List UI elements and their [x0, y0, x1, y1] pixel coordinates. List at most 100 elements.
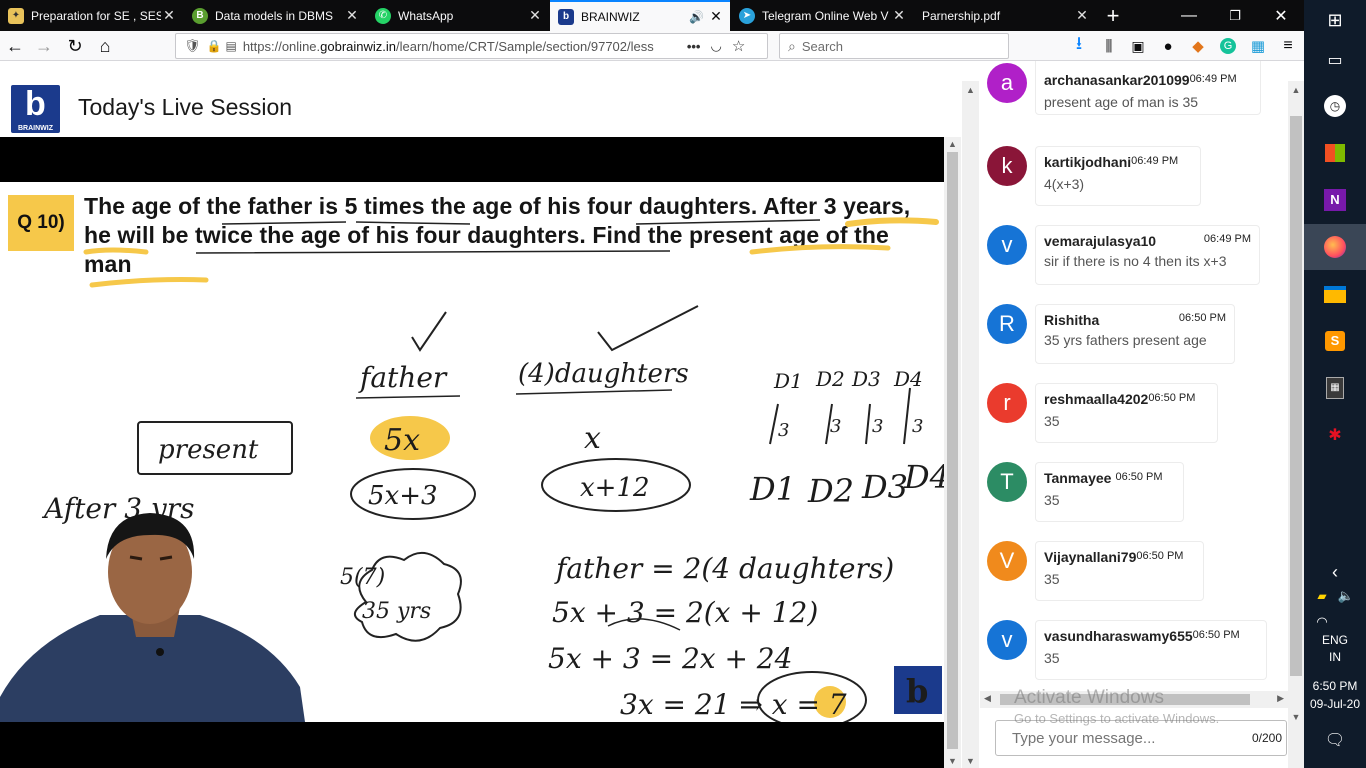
d2-label: D2 [815, 367, 845, 391]
scrollbar-thumb[interactable] [1000, 694, 1250, 705]
page-info-icon[interactable]: ▤ [225, 39, 236, 53]
underline-stroke [195, 219, 821, 254]
scroll-up-icon[interactable]: ▲ [944, 139, 961, 149]
account-icon[interactable]: ● [1156, 34, 1180, 58]
minimize-button[interactable]: — [1166, 0, 1212, 31]
onenote-icon[interactable]: N [1323, 188, 1347, 212]
tab-preparation[interactable]: ✦ Preparation for SE , SES ✕ [0, 0, 183, 31]
chat-horizontal-scrollbar[interactable]: ◀ ▶ [980, 691, 1288, 708]
d3-big: D3 [861, 468, 908, 506]
reload-icon[interactable]: ↻ [63, 34, 87, 58]
check-mark [597, 305, 699, 352]
firefox-icon[interactable] [1323, 235, 1347, 259]
windows-start-icon[interactable]: ⊞ [1323, 8, 1347, 32]
grammarly-icon[interactable]: G [1216, 34, 1240, 58]
clock-time[interactable]: 6:50 PM [1304, 679, 1366, 693]
sticky-notes-icon[interactable]: ▰ [1314, 584, 1330, 608]
clock-app-icon[interactable]: ◷ [1323, 94, 1347, 118]
close-tab-icon[interactable]: ✕ [708, 8, 724, 25]
highlight-stroke [83, 247, 149, 255]
search-icon: ⌕ [788, 37, 796, 54]
clock-date[interactable]: 09-Jul-20 [1304, 697, 1366, 711]
scrollbar-thumb[interactable] [947, 152, 958, 749]
calculator-icon[interactable]: ▦ [1323, 376, 1347, 400]
scrollbar-thumb[interactable] [1290, 116, 1302, 676]
avatar: k [987, 146, 1027, 186]
message-text: 35 [1044, 571, 1060, 587]
app-icon[interactable]: ✱ [1323, 423, 1347, 447]
scroll-up-icon[interactable]: ▲ [962, 85, 979, 95]
task-view-icon[interactable]: ▭ [1323, 48, 1347, 72]
store-icon[interactable] [1323, 141, 1347, 165]
file-explorer-icon[interactable] [1323, 282, 1347, 306]
chat-message: a archanasankar20109906:49 PM present ag… [980, 61, 1280, 147]
search-bar[interactable]: ⌕ Search [779, 33, 1009, 59]
notifications-icon[interactable]: 🗨 [1323, 728, 1347, 752]
metamask-icon[interactable]: ◆ [1186, 34, 1210, 58]
tab-telegram[interactable]: ➤ Telegram Online Web V ✕ [731, 0, 913, 31]
daughters-label: (4)daughters [518, 359, 689, 389]
scroll-right-icon[interactable]: ▶ [1277, 693, 1284, 704]
tab-data-models[interactable]: B Data models in DBMS ✕ [184, 0, 366, 31]
home-icon[interactable]: ⌂ [93, 34, 117, 58]
brainwiz-logo: b BRAINWIZ [11, 85, 60, 133]
language-indicator[interactable]: ENG [1304, 633, 1366, 647]
scroll-down-icon[interactable]: ▼ [1288, 712, 1304, 722]
five-x: 5x [384, 423, 420, 458]
close-tab-icon[interactable]: ✕ [527, 7, 543, 24]
region-indicator[interactable]: IN [1304, 650, 1366, 664]
equation-3: 5x + 3 = 2x + 24 [548, 642, 792, 675]
scroll-down-icon[interactable]: ▼ [962, 756, 979, 766]
library-icon[interactable]: ⫼ [1097, 34, 1121, 58]
url-host: gobrainwiz.in [320, 38, 397, 54]
close-tab-icon[interactable]: ✕ [344, 7, 360, 24]
save-extension-icon[interactable]: ▦ [1246, 34, 1270, 58]
speaker-icon[interactable]: 🔊 [689, 10, 704, 24]
message-field[interactable] [1012, 721, 1252, 755]
close-tab-icon[interactable]: ✕ [161, 7, 177, 24]
sublime-text-icon[interactable]: S [1323, 329, 1347, 353]
bookmark-star-icon[interactable]: ☆ [732, 37, 745, 55]
pocket-icon[interactable]: ◡ [710, 38, 721, 54]
volume-icon[interactable]: 🔈 [1336, 584, 1356, 608]
chevron-up-icon[interactable]: ‹ [1323, 560, 1347, 584]
download-icon[interactable]: ⭳ [1067, 33, 1091, 58]
chat-message-input[interactable]: 0/200 [995, 720, 1287, 756]
chat-scrollbar[interactable]: ▲ ▼ [1288, 81, 1304, 768]
close-tab-icon[interactable]: ✕ [1074, 7, 1090, 24]
scroll-left-icon[interactable]: ◀ [984, 693, 991, 704]
video-scrollbar[interactable]: ▲ ▼ [944, 137, 961, 768]
d2-value: 3 [830, 416, 841, 437]
message-bubble: kartikjodhani06:49 PM 4(x+3) [1035, 146, 1201, 206]
windows-taskbar: ⊞ ▭ ◷ N S ▦ ✱ ‹ ▰ 🔈 ◠ ENG IN 6:50 PM 09-… [1304, 0, 1366, 768]
close-tab-icon[interactable]: ✕ [891, 7, 907, 24]
forward-arrow-icon[interactable]: → [32, 34, 56, 58]
scroll-down-icon[interactable]: ▼ [944, 756, 961, 766]
lightbulb-icon: ✦ [8, 7, 24, 24]
new-tab-button[interactable]: + [1090, 0, 1136, 31]
back-arrow-icon[interactable]: ← [3, 34, 27, 58]
tab-brainwiz[interactable]: b BRAINWIZ 🔊 ✕ [550, 0, 730, 31]
restore-button[interactable]: ❐ [1212, 0, 1258, 31]
page-scrollbar[interactable]: ▲ ▼ [962, 81, 979, 768]
close-window-button[interactable]: ✕ [1258, 0, 1304, 31]
tab-whatsapp[interactable]: ✆ WhatsApp ✕ [367, 0, 549, 31]
lock-icon[interactable]: 🔒 [207, 39, 222, 53]
browser-nav-bar: ← → ↻ ⌂ 🛡 🔒 ▤ https://online.gobrainwiz.… [0, 31, 1304, 61]
teacher-video [0, 513, 305, 722]
underline-stroke [515, 389, 673, 395]
tab-partnership-pdf[interactable]: Parnership.pdf ✕ [914, 0, 1096, 31]
shield-icon[interactable]: 🛡 [184, 38, 201, 54]
scroll-up-icon[interactable]: ▲ [1288, 85, 1304, 95]
live-video[interactable]: Q 10) The age of the father is 5 times t… [0, 137, 944, 768]
menu-icon[interactable]: ≡ [1276, 34, 1300, 58]
chat-message: k kartikjodhani06:49 PM 4(x+3) [980, 146, 1280, 226]
url-bar[interactable]: 🛡 🔒 ▤ https://online.gobrainwiz.in/learn… [175, 33, 768, 59]
avatar: a [987, 63, 1027, 103]
wifi-icon[interactable]: ◠ [1314, 610, 1330, 634]
page-actions-icon[interactable]: ••• [687, 39, 701, 54]
message-text: present age of man is 35 [1044, 94, 1199, 110]
sidebar-icon[interactable]: ▣ [1126, 34, 1150, 58]
message-time: 06:50 PM [1178, 312, 1226, 324]
microphone-icon [156, 648, 164, 656]
